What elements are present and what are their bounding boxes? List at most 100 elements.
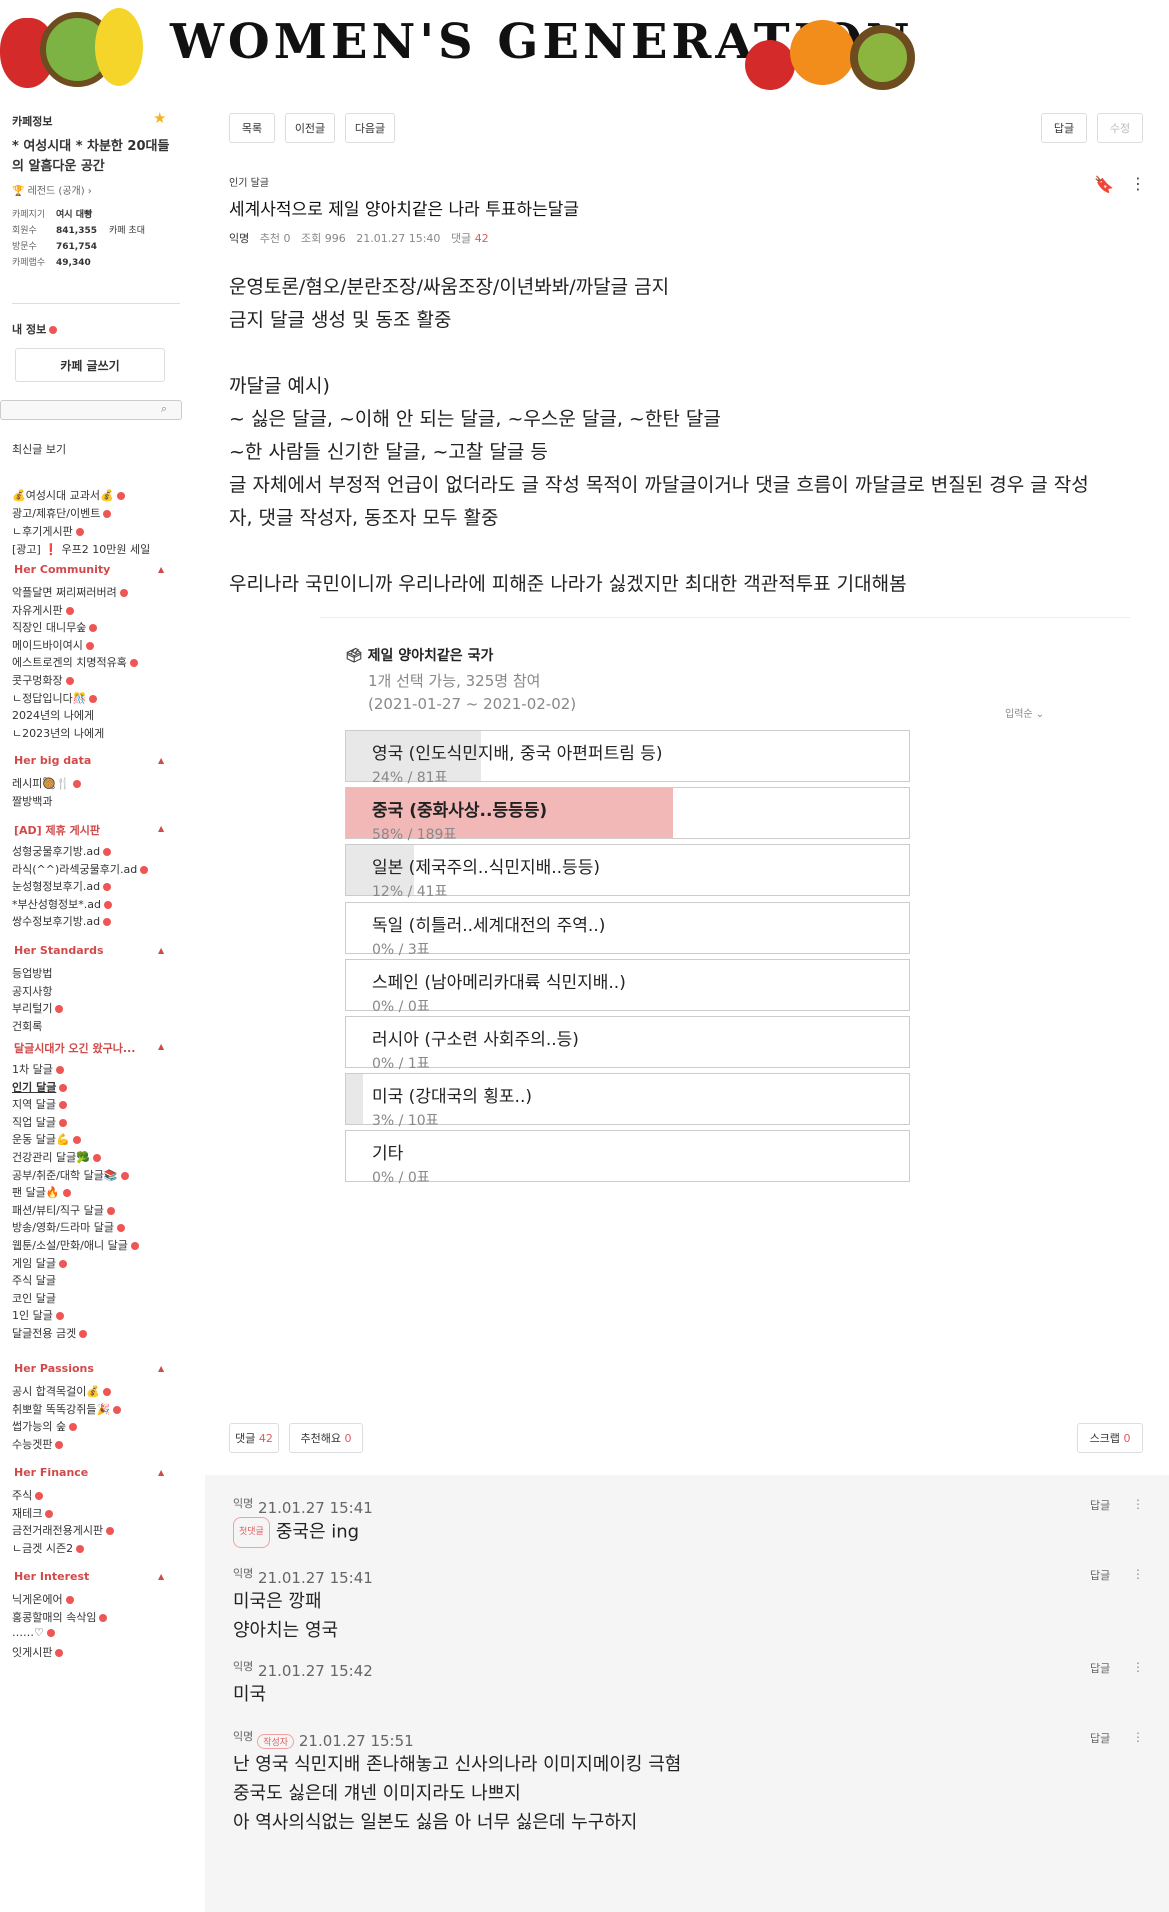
sidebar-group-heading[interactable]: 달글시대가 오긴 왔구나...	[14, 1040, 135, 1056]
sidebar-item[interactable]: 게임 달글	[12, 1255, 67, 1271]
sidebar-item[interactable]: 건회록	[12, 1018, 42, 1034]
sidebar-item[interactable]: 지역 달글	[12, 1096, 67, 1112]
collapse-caret-icon[interactable]: ▲	[158, 1572, 164, 1581]
collapse-caret-icon[interactable]: ▲	[158, 756, 164, 765]
sidebar-item[interactable]: 라식(^^)라섹궁물후기.ad	[12, 861, 149, 877]
board-name[interactable]: 인기 달글	[229, 174, 269, 189]
comment-reply-button[interactable]: 답글	[1090, 1567, 1110, 1583]
invite-link[interactable]: 카페 초대	[109, 226, 145, 236]
poll-option[interactable]: 미국 (강대국의 횡포..) 3% / 10표	[345, 1073, 910, 1129]
sidebar-group-heading[interactable]: Her Finance	[14, 1466, 88, 1479]
sidebar-item[interactable]: 직장인 대니무숲	[12, 619, 98, 635]
sidebar-item[interactable]: 썹가능의 숲	[12, 1418, 78, 1434]
sidebar-item[interactable]: 쌍수정보후기방.ad	[12, 913, 112, 929]
sidebar-item[interactable]: 짤방백과	[12, 793, 52, 809]
cafe-name[interactable]: * 여성시대 * 차분한 20대들의 알흠다운 공간	[12, 137, 172, 177]
sidebar-item[interactable]: 금전거래전용게시판	[12, 1522, 115, 1538]
sidebar-item[interactable]: 부리털기	[12, 1000, 64, 1016]
collapse-caret-icon[interactable]: ▲	[158, 824, 164, 833]
comment-reply-button[interactable]: 답글	[1090, 1497, 1110, 1513]
sidebar-item[interactable]: 주식 달글	[12, 1272, 56, 1288]
sidebar-item[interactable]: 취뽀할 똑똑강쥐들🎉	[12, 1401, 122, 1417]
sidebar-item[interactable]: 홍콩할매의 속삭임	[12, 1609, 108, 1625]
sidebar-item[interactable]: 광고/제휴단/이벤트	[12, 505, 112, 521]
sidebar-item[interactable]: ㄴ금겟 시즌2	[12, 1540, 85, 1556]
sidebar-item[interactable]: 달글전용 금겟	[12, 1325, 88, 1341]
sidebar-group-heading[interactable]: Her Standards	[14, 944, 104, 957]
sidebar-item[interactable]: 수능겟판	[12, 1436, 64, 1452]
sidebar-item[interactable]: 2024년의 나에게	[12, 707, 94, 723]
sidebar-item[interactable]: 팬 달글🔥	[12, 1184, 71, 1200]
like-button[interactable]: 추천해요 0	[289, 1423, 363, 1453]
more-options-icon[interactable]: ⋮	[1132, 1730, 1144, 1744]
sidebar-item[interactable]: 메이드바이여시	[12, 637, 94, 653]
scrap-button[interactable]: 스크랩 0	[1077, 1423, 1143, 1453]
poll-option[interactable]: 중국 (중화사상..등등등) 58% / 189표	[345, 787, 910, 843]
sidebar-item[interactable]: 성형궁물후기방.ad	[12, 843, 112, 859]
sidebar-item[interactable]: 1차 달글	[12, 1061, 64, 1077]
sidebar-item[interactable]: 콧구멍화장	[12, 672, 74, 688]
sidebar-item[interactable]: 등업방법	[12, 965, 52, 981]
my-info-label[interactable]: 내 정보	[12, 321, 58, 337]
comment-reply-button[interactable]: 답글	[1090, 1730, 1110, 1746]
poll-option[interactable]: 기타 0% / 0표	[345, 1130, 910, 1186]
more-options-icon[interactable]: ⋮	[1132, 1497, 1144, 1511]
comment-reply-button[interactable]: 답글	[1090, 1660, 1110, 1676]
list-button[interactable]: 목록	[229, 113, 275, 143]
next-post-button[interactable]: 다음글	[345, 113, 395, 143]
sidebar-item[interactable]: 공시 합격목걸이💰	[12, 1383, 112, 1399]
sidebar-item[interactable]: 방송/영화/드라마 달글	[12, 1219, 125, 1235]
sidebar-group-heading[interactable]: [AD] 제휴 게시판	[14, 822, 100, 838]
reply-post-button[interactable]: 답글	[1041, 113, 1087, 143]
sidebar-item[interactable]: [광고] ❗ 우프2 10만원 세일	[12, 541, 150, 557]
sidebar-item[interactable]: 악플달면 쩌리쩌러버려	[12, 584, 128, 600]
sidebar-item[interactable]: ㄴ정답입니다🎊	[12, 690, 98, 706]
write-post-button[interactable]: 카페 글쓰기	[15, 348, 165, 382]
sidebar-group-heading[interactable]: Her Community	[14, 563, 110, 576]
sidebar-item[interactable]: 주식	[12, 1487, 44, 1503]
poll-option[interactable]: 영국 (인도식민지배, 중국 아편퍼트림 등) 24% / 81표	[345, 730, 910, 786]
edit-post-button[interactable]: 수정	[1097, 113, 1143, 143]
sidebar-item[interactable]: 눈성형정보후기.ad	[12, 878, 112, 894]
comment-author[interactable]: 익명	[233, 1497, 253, 1510]
collapse-caret-icon[interactable]: ▲	[158, 1468, 164, 1477]
bookmark-icon[interactable]: 🔖	[1094, 175, 1114, 194]
search-icon[interactable]: ⌕	[161, 402, 167, 416]
sidebar-item[interactable]: ……♡	[12, 1626, 55, 1639]
sidebar-item[interactable]: 레시피🥘🍴	[12, 775, 81, 791]
sidebar-item[interactable]: 공지사항	[12, 983, 52, 999]
sidebar-item[interactable]: 코인 달글	[12, 1290, 56, 1306]
poll-option[interactable]: 러시아 (구소련 사회주의..등) 0% / 1표	[345, 1016, 910, 1072]
sidebar-item[interactable]: 직업 달글	[12, 1114, 67, 1130]
post-author[interactable]: 익명	[229, 232, 249, 245]
sidebar-item[interactable]: 잇게시판	[12, 1644, 64, 1660]
sidebar-item[interactable]: ㄴ후기게시판	[12, 523, 84, 539]
sidebar-item[interactable]: 공부/취준/대학 달글📚	[12, 1167, 129, 1183]
recent-posts-link[interactable]: 최신글 보기	[12, 441, 66, 457]
sidebar-item[interactable]: 닉게온에어	[12, 1591, 74, 1607]
sidebar-group-heading[interactable]: Her Passions	[14, 1362, 94, 1375]
sidebar-group-heading[interactable]: Her Interest	[14, 1570, 89, 1583]
collapse-caret-icon[interactable]: ▲	[158, 1364, 164, 1373]
comment-author[interactable]: 익명	[233, 1567, 253, 1580]
sidebar-item[interactable]: 💰여성시대 교과서💰	[12, 487, 125, 503]
comment-author[interactable]: 익명	[233, 1730, 253, 1743]
sidebar-item[interactable]: 운동 달글💪	[12, 1131, 81, 1147]
prev-post-button[interactable]: 이전글	[285, 113, 335, 143]
poll-option[interactable]: 일본 (제국주의..식민지배..등등) 12% / 41표	[345, 844, 910, 900]
comments-button[interactable]: 댓글 42	[229, 1423, 279, 1453]
sidebar-item[interactable]: 인기 달글	[12, 1079, 68, 1095]
sidebar-item[interactable]: 건강관리 달글🥦	[12, 1149, 101, 1165]
collapse-caret-icon[interactable]: ▲	[158, 1042, 164, 1051]
collapse-caret-icon[interactable]: ▲	[158, 565, 164, 574]
collapse-caret-icon[interactable]: ▲	[158, 946, 164, 955]
poll-option[interactable]: 독일 (히틀러..세계대전의 주역..) 0% / 3표	[345, 901, 910, 958]
more-options-icon[interactable]: ⋮	[1132, 1660, 1144, 1674]
star-icon[interactable]: ★	[153, 109, 166, 127]
comment-author[interactable]: 익명	[233, 1660, 253, 1673]
poll-option[interactable]: 스페인 (남아메리카대륙 식민지배..) 0% / 0표	[345, 958, 910, 1015]
sidebar-item[interactable]: 웹툰/소설/만화/애니 달글	[12, 1237, 139, 1253]
more-options-icon[interactable]: ⋮	[1132, 1567, 1144, 1581]
sidebar-item[interactable]: *부산성형정보*.ad	[12, 896, 112, 912]
sidebar-item[interactable]: 재테크	[12, 1505, 54, 1521]
